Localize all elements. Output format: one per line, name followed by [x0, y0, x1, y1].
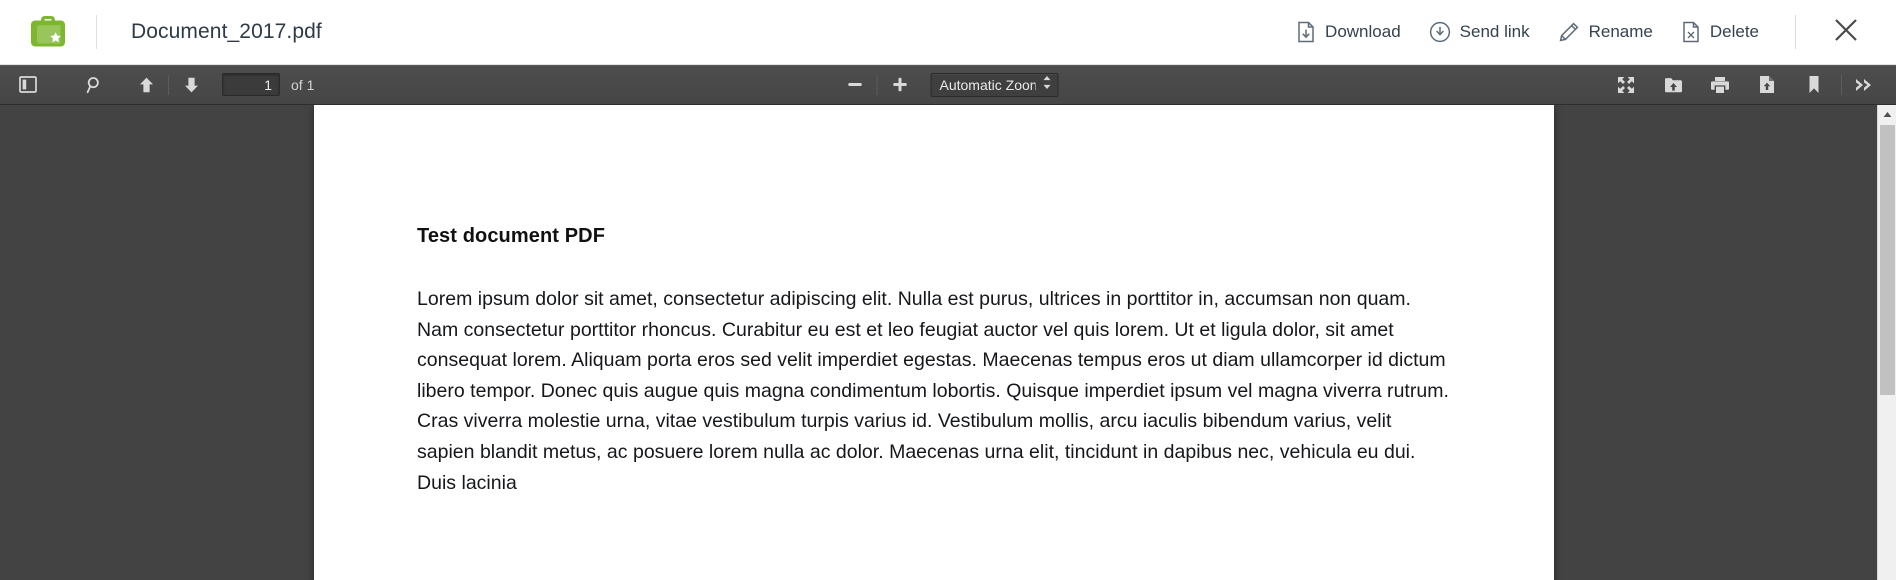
printer-icon — [1710, 76, 1730, 94]
next-page-button[interactable] — [175, 72, 207, 98]
pdf-heading: Test document PDF — [417, 225, 606, 247]
zoom-select-wrapper: Automatic ZoomActual SizePage FitPage Wi… — [930, 72, 1059, 97]
presentation-mode-button[interactable] — [1610, 72, 1642, 98]
arrow-up-icon — [138, 76, 155, 94]
rename-label: Rename — [1588, 22, 1653, 41]
scroll-up-button[interactable] — [1878, 105, 1896, 123]
previous-page-button[interactable] — [130, 72, 162, 98]
pdf-body-text: Lorem ipsum dolor sit amet, consectetur … — [417, 288, 1449, 494]
send-link-button[interactable]: Send link — [1415, 0, 1544, 64]
plus-icon — [891, 76, 908, 93]
download-label: Download — [1325, 22, 1401, 41]
sidebar-toggle-button[interactable] — [12, 72, 44, 98]
pencil-icon — [1558, 21, 1580, 43]
toolbar-center-group: Automatic ZoomActual SizePage FitPage Wi… — [838, 72, 1059, 98]
more-tools-button[interactable] — [1848, 72, 1880, 98]
fullscreen-icon — [1617, 76, 1635, 94]
toolbar-left-group: of 1 — [0, 72, 314, 98]
page-number-input[interactable] — [222, 73, 280, 96]
scroll-up-arrow-icon — [1883, 105, 1892, 123]
zoom-level-select[interactable]: Automatic ZoomActual SizePage FitPage Wi… — [930, 72, 1059, 97]
document-title: Document_2017.pdf — [131, 20, 322, 43]
zoom-in-button[interactable] — [884, 72, 916, 98]
clock-download-icon — [1429, 21, 1451, 43]
toolbar-separator-1 — [168, 74, 169, 95]
header-divider — [96, 15, 97, 49]
close-button[interactable] — [1814, 0, 1878, 64]
green-folder-star-icon — [31, 16, 65, 47]
minus-icon — [846, 76, 863, 93]
vertical-scroll-thumb[interactable] — [1880, 125, 1895, 395]
folder-open-icon — [1664, 76, 1683, 94]
sidebar-toggle-icon — [19, 76, 37, 93]
pdf-viewer-container[interactable]: Test document PDF Lorem ipsum dolor sit … — [0, 105, 1877, 580]
app-logo[interactable] — [0, 11, 96, 53]
pdf-viewer-toolbar: of 1 Automatic ZoomActual SizePage FitPa… — [0, 65, 1896, 105]
delete-label: Delete — [1709, 22, 1759, 41]
toolbar-separator-2 — [876, 74, 878, 95]
toolbar-right-group — [1609, 72, 1896, 98]
delete-button[interactable]: Delete — [1667, 0, 1773, 64]
arrow-down-icon — [183, 76, 200, 94]
file-delete-icon — [1681, 21, 1701, 43]
header-actions: Download Send link Rename Delete — [1282, 0, 1896, 64]
app-header: Document_2017.pdf Download Send link Ren… — [0, 0, 1896, 65]
rename-button[interactable]: Rename — [1544, 0, 1667, 64]
download-toolbar-button[interactable] — [1751, 72, 1783, 98]
page-count-label: of 1 — [291, 76, 315, 93]
search-icon — [86, 76, 104, 94]
bookmark-icon — [1807, 75, 1821, 94]
bookmark-button[interactable] — [1798, 72, 1830, 98]
pdf-page: Test document PDF Lorem ipsum dolor sit … — [314, 105, 1554, 580]
print-button[interactable] — [1704, 72, 1736, 98]
close-icon — [1831, 15, 1861, 50]
toolbar-separator-3 — [1841, 74, 1842, 95]
close-divider — [1795, 15, 1796, 49]
file-download-icon — [1758, 75, 1776, 94]
pdf-page-content: Test document PDF Lorem ipsum dolor sit … — [314, 105, 1554, 498]
zoom-out-button[interactable] — [839, 72, 871, 98]
send-link-label: Send link — [1459, 22, 1530, 41]
find-button[interactable] — [79, 72, 111, 98]
double-chevron-right-icon — [1854, 77, 1874, 93]
vertical-scrollbar[interactable] — [1877, 105, 1896, 580]
file-download-icon — [1296, 21, 1316, 43]
open-file-button[interactable] — [1657, 72, 1689, 98]
download-button[interactable]: Download — [1282, 0, 1415, 64]
